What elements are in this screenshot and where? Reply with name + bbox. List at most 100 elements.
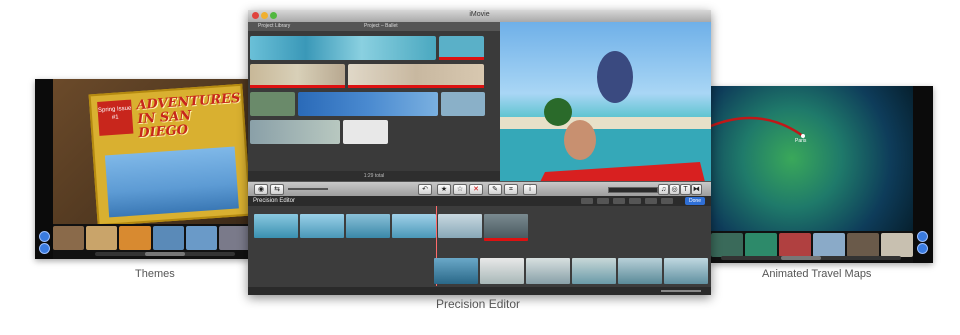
themes-caption: Themes [135,268,175,280]
precision-bottom-bar [248,287,711,295]
map-thumb[interactable] [745,233,777,257]
clip-frame [300,214,344,238]
nav-down-icon[interactable] [917,243,928,254]
reject-icon[interactable]: ✕ [469,184,483,195]
clip-row [250,36,484,60]
theme-thumb[interactable] [119,226,151,250]
clip-frame [438,214,482,238]
camera-icon[interactable]: ◉ [254,184,268,195]
theme-thumbstrip[interactable] [53,226,250,250]
poster-title: ADVENTURES IN SAN DIEGO [135,90,241,142]
next-icon[interactable] [645,198,657,204]
palm-tree [544,98,572,126]
photo-icon[interactable]: ◎ [669,184,680,195]
library-footer: 1:29 total [248,171,500,181]
theme-preview: Spring Issue #1 ADVENTURES IN SAN DIEGO [53,79,250,224]
map-globe: Paris [711,86,913,231]
clip-frame [618,258,662,284]
undo-icon[interactable]: ↶ [418,184,432,195]
audio-meter [608,187,658,193]
audio-button[interactable] [597,198,609,204]
beach [500,117,711,129]
zoom-slider[interactable] [288,188,328,190]
clip-frame [392,214,436,238]
video-clip[interactable] [343,120,388,144]
maps-scrollbar[interactable] [721,256,901,260]
play-icon[interactable] [629,198,641,204]
precision-editor: Precision Editor Done [248,196,711,295]
themes-scroll-thumb[interactable] [145,252,185,256]
library-tab[interactable]: Project Library [258,23,290,29]
crop-icon[interactable]: ⌗ [504,184,518,195]
clip-frame [664,258,708,284]
video-clip[interactable] [250,92,295,116]
themes-nav [35,79,53,259]
map-thumb[interactable] [813,233,845,257]
music-icon[interactable]: ♫ [658,184,669,195]
video-clip[interactable] [441,92,485,116]
maps-scroll-thumb[interactable] [781,256,821,260]
clip-frame [572,258,616,284]
theme-thumb[interactable] [86,226,118,250]
unstar-icon[interactable]: ☆ [453,184,467,195]
video-clip[interactable] [348,64,484,88]
video-clip[interactable] [439,36,484,60]
clip-frame [434,258,478,284]
person-jumping [597,51,633,103]
theme-thumb[interactable] [218,226,250,250]
theme-thumb[interactable] [152,226,184,250]
pen-icon[interactable]: ✎ [488,184,502,195]
clip-frame [484,214,528,241]
info-icon[interactable]: i [523,184,537,195]
clip-frame [526,258,570,284]
travel-maps-panel: Paris [711,86,933,263]
help-icon[interactable] [661,198,673,204]
video-clip[interactable] [250,64,345,88]
precision-editor-caption: Precision Editor [436,297,521,311]
clip-row [250,120,388,144]
theme-poster: Spring Issue #1 ADVENTURES IN SAN DIEGO [88,83,250,224]
text-icon[interactable]: T [680,184,691,195]
nav-up-icon[interactable] [917,231,928,242]
themes-scrollbar[interactable] [95,252,235,256]
video-clip[interactable] [250,120,340,144]
clip-row [250,64,484,88]
video-clip[interactable] [298,92,438,116]
map-thumb[interactable] [881,233,913,257]
city-label: Paris [795,138,807,144]
zoom-slider[interactable] [661,290,701,292]
library-header: Project Library Project – Ballet [248,22,500,31]
video-clip[interactable] [250,36,436,60]
nav-up-icon[interactable] [39,231,50,242]
maps-nav [913,86,933,263]
project-library: Project Library Project – Ballet 1:29 to… [248,22,500,181]
imovie-window: iMovie Project Library Project – Ballet … [248,10,711,295]
star-icon[interactable]: ★ [437,184,451,195]
transition-icon[interactable]: ⧓ [691,184,702,195]
map-thumb[interactable] [847,233,879,257]
outgoing-clip-track[interactable] [254,214,528,241]
scope-button[interactable] [581,198,593,204]
nav-down-icon[interactable] [39,243,50,254]
maps-thumbstrip[interactable] [711,233,913,257]
theme-thumb[interactable] [53,226,85,250]
main-toolbar: ◉ ⇆ ↶ ★ ☆ ✕ ✎ ⌗ i ♫ ◎ T ⧓ [248,181,711,197]
project-name: Project – Ballet [364,23,398,29]
map-thumb[interactable] [711,233,743,257]
window-title: iMovie [469,11,490,18]
map-thumb[interactable] [779,233,811,257]
swap-icon[interactable]: ⇆ [270,184,284,195]
incoming-clip-track[interactable] [434,258,708,284]
precision-header: Precision Editor Done [248,196,711,206]
precision-editor-label: Precision Editor [253,198,296,204]
poster-photo [104,146,239,218]
issue-badge: Spring Issue #1 [97,99,134,136]
clip-frame [480,258,524,284]
theme-thumb[interactable] [185,226,217,250]
prev-icon[interactable] [613,198,625,204]
clip-frame [346,214,390,238]
done-button[interactable]: Done [685,197,705,205]
route-line [711,116,804,138]
clip-row [250,92,485,116]
clip-frame [254,214,298,238]
